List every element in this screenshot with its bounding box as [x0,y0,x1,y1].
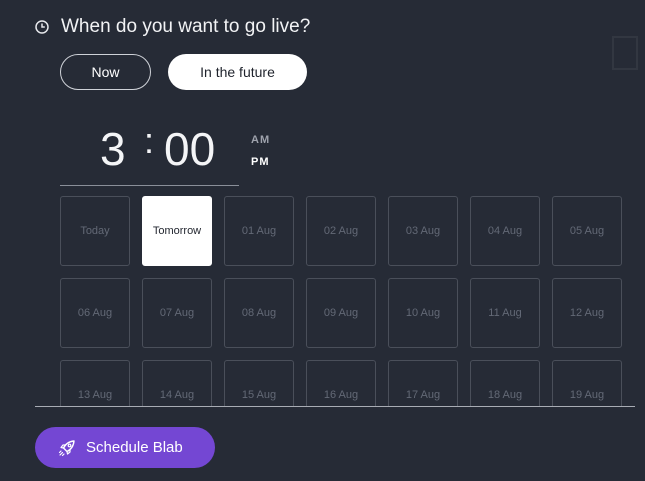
day-option[interactable]: 18 Aug [470,360,540,406]
day-option[interactable]: 06 Aug [60,278,130,348]
day-option[interactable]: 07 Aug [142,278,212,348]
pm-option[interactable]: PM [251,156,270,168]
day-option[interactable]: 03 Aug [388,196,458,266]
schedule-blab-button[interactable]: Schedule Blab [35,427,215,468]
day-option[interactable]: 01 Aug [224,196,294,266]
schedule-blab-label: Schedule Blab [86,439,183,456]
day-option[interactable]: 08 Aug [224,278,294,348]
day-option[interactable]: 05 Aug [552,196,622,266]
day-option[interactable]: 16 Aug [306,360,376,406]
background-shape [612,36,638,70]
am-option[interactable]: AM [251,134,270,146]
divider [35,406,635,407]
day-option[interactable]: 13 Aug [60,360,130,406]
day-option[interactable]: 11 Aug [470,278,540,348]
clock-icon [35,20,49,34]
dialog-title: When do you want to go live? [61,16,311,37]
day-option[interactable]: 15 Aug [224,360,294,406]
day-option[interactable]: 19 Aug [552,360,622,406]
hour-value[interactable]: 3 [100,122,126,176]
now-button[interactable]: Now [60,54,151,90]
day-option[interactable]: Tomorrow [142,196,212,266]
day-option[interactable]: Today [60,196,130,266]
day-option[interactable]: 02 Aug [306,196,376,266]
day-grid: Today Tomorrow 01 Aug 02 Aug 03 Aug 04 Aug 05 … [60,196,635,406]
day-option[interactable]: 09 Aug [306,278,376,348]
day-option[interactable]: 17 Aug [388,360,458,406]
dialog-header: When do you want to go live? [35,14,310,40]
time-picker[interactable]: 3 : 00 [60,118,239,186]
schedule-dialog: When do you want to go live? Now In the … [0,0,645,481]
day-option[interactable]: 14 Aug [142,360,212,406]
day-option[interactable]: 12 Aug [552,278,622,348]
in-the-future-button[interactable]: In the future [168,54,307,90]
minutes-value[interactable]: 00 [164,122,215,176]
rocket-icon [58,439,76,457]
day-option[interactable]: 10 Aug [388,278,458,348]
time-separator: : [144,120,155,161]
day-option[interactable]: 04 Aug [470,196,540,266]
